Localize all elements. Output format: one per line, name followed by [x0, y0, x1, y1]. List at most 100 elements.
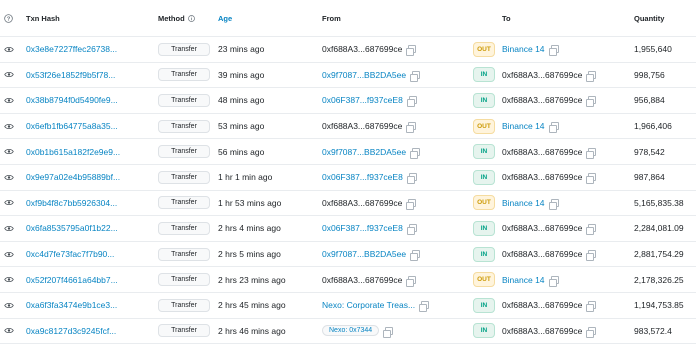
to-cell: 0xf688A3...687699ce	[502, 216, 627, 241]
eye-icon[interactable]	[4, 37, 18, 62]
from-cell: 0xf688A3...687699ce	[322, 114, 467, 139]
copy-icon[interactable]	[410, 70, 421, 82]
txn-hash-link[interactable]: 0xa9c8127d3c9245fcf...	[26, 319, 154, 344]
copy-icon[interactable]	[586, 301, 597, 313]
txn-hash-text[interactable]: 0x53f26e1852f9b5f78...	[26, 70, 115, 80]
method-badge: Transfer	[158, 68, 210, 82]
from-address[interactable]: 0x06F387...f937ceE8	[322, 223, 403, 233]
txn-hash-link[interactable]: 0x38b8794f0d5490fe9...	[26, 88, 154, 113]
copy-icon[interactable]	[586, 147, 597, 159]
txn-hash-link[interactable]: 0xc4d7fe73fac7f7b90...	[26, 242, 154, 267]
txn-hash-text[interactable]: 0x52f207f4661a64bb7...	[26, 275, 118, 285]
from-address[interactable]: 0x9f7087...BB2DA5ee	[322, 249, 406, 259]
txn-hash-link[interactable]: 0x6fa8535795a0f1b22...	[26, 216, 154, 241]
from-address[interactable]: 0x06F387...f937ceE8	[322, 95, 403, 105]
txn-hash-text[interactable]: 0x9e97a02e4b95889bf...	[26, 172, 120, 182]
copy-icon[interactable]	[586, 70, 597, 82]
copy-icon[interactable]	[548, 275, 559, 287]
copy-icon[interactable]	[406, 45, 417, 57]
from-address[interactable]: 0x9f7087...BB2DA5ee	[322, 70, 406, 80]
txn-hash-text[interactable]: 0x38b8794f0d5490fe9...	[26, 95, 118, 105]
to-cell: 0xf688A3...687699ce	[502, 165, 627, 190]
header-quantity: Quantity	[634, 13, 665, 23]
eye-icon[interactable]	[4, 139, 18, 164]
eye-icon[interactable]	[4, 267, 18, 292]
from-address: 0xf688A3...687699ce	[322, 121, 403, 132]
txn-hash-text[interactable]: 0xa9c8127d3c9245fcf...	[26, 326, 116, 336]
eye-icon[interactable]	[4, 293, 18, 318]
copy-icon[interactable]	[406, 224, 417, 236]
info-icon[interactable]	[187, 14, 195, 22]
copy-icon[interactable]	[406, 198, 417, 210]
copy-icon[interactable]	[586, 96, 597, 108]
eye-icon[interactable]	[4, 216, 18, 241]
direction-badge: OUT	[473, 195, 495, 211]
eye-icon[interactable]	[4, 114, 18, 139]
from-address: 0xf688A3...687699ce	[322, 274, 403, 285]
from-cell: 0x06F387...f937ceE8	[322, 88, 467, 113]
copy-icon[interactable]	[548, 122, 559, 134]
direction-badge: IN	[473, 220, 495, 236]
age-cell: 23 mins ago	[218, 44, 265, 55]
copy-icon[interactable]	[586, 224, 597, 236]
copy-icon[interactable]	[586, 173, 597, 185]
method-badge: Transfer	[158, 170, 210, 184]
txn-hash-text[interactable]: 0xf9b4f8c7bb5926304...	[26, 198, 117, 208]
txn-hash-link[interactable]: 0x3e8e7227ffec26738...	[26, 37, 154, 62]
method-cell: Transfer	[158, 216, 213, 241]
from-address[interactable]: 0x9f7087...BB2DA5ee	[322, 147, 406, 157]
txn-hash-text[interactable]: 0xa6f3fa3474e9b1ce3...	[26, 300, 117, 310]
from-address[interactable]: Nexo: 0x7344	[322, 325, 380, 337]
from-address[interactable]: 0x06F387...f937ceE8	[322, 172, 403, 182]
to-address[interactable]: Binance 14	[502, 44, 545, 54]
txn-hash-text[interactable]: 0x6fa8535795a0f1b22...	[26, 223, 118, 233]
from-cell: 0xf688A3...687699ce	[322, 191, 467, 216]
table-row: 0x52f207f4661a64bb7... Transfer 2 hrs 23 m…	[0, 267, 696, 293]
txn-hash-text[interactable]: 0xc4d7fe73fac7f7b90...	[26, 249, 114, 259]
txn-hash-link[interactable]: 0x53f26e1852f9b5f78...	[26, 63, 154, 88]
txn-hash-link[interactable]: 0xa6f3fa3474e9b1ce3...	[26, 293, 154, 318]
eye-icon[interactable]	[4, 191, 18, 216]
direction-badge: IN	[473, 169, 495, 185]
copy-icon[interactable]	[586, 326, 597, 338]
copy-icon[interactable]	[419, 301, 430, 313]
copy-icon[interactable]	[406, 122, 417, 134]
copy-icon[interactable]	[406, 96, 417, 108]
method-badge: Transfer	[158, 298, 210, 312]
copy-icon[interactable]	[548, 45, 559, 57]
table-row: 0x38b8794f0d5490fe9... Transfer 48 mins ag…	[0, 88, 696, 114]
age-cell: 56 mins ago	[218, 146, 265, 157]
txn-hash-link[interactable]: 0x9e97a02e4b95889bf...	[26, 165, 154, 190]
to-address[interactable]: Binance 14	[502, 121, 545, 131]
txn-hash-text[interactable]: 0x0b1b615a182f2e9e9...	[26, 147, 120, 157]
eye-icon[interactable]	[4, 88, 18, 113]
copy-icon[interactable]	[406, 173, 417, 185]
header-method-label: Method	[158, 13, 185, 23]
to-cell: Binance 14	[502, 37, 627, 62]
to-address[interactable]: Binance 14	[502, 275, 545, 285]
age-cell: 39 mins ago	[218, 69, 265, 80]
quantity-cell: 2,284,081.09	[634, 223, 684, 234]
copy-icon[interactable]	[406, 275, 417, 287]
txn-hash-link[interactable]: 0x52f207f4661a64bb7...	[26, 267, 154, 292]
eye-icon[interactable]	[4, 319, 18, 344]
txn-hash-text[interactable]: 0x3e8e7227ffec26738...	[26, 44, 117, 54]
copy-icon[interactable]	[410, 250, 421, 262]
header-age[interactable]: Age	[218, 0, 318, 36]
from-address[interactable]: Nexo: Corporate Treas...	[322, 300, 415, 310]
copy-icon[interactable]	[548, 198, 559, 210]
to-address[interactable]: Binance 14	[502, 198, 545, 208]
eye-icon[interactable]	[4, 165, 18, 190]
copy-icon[interactable]	[383, 326, 394, 338]
eye-icon[interactable]	[4, 63, 18, 88]
txn-hash-text[interactable]: 0x6efb1fb64775a8a35...	[26, 121, 118, 131]
copy-icon[interactable]	[586, 250, 597, 262]
copy-icon[interactable]	[410, 147, 421, 159]
eye-icon[interactable]	[4, 242, 18, 267]
txn-hash-link[interactable]: 0x6efb1fb64775a8a35...	[26, 114, 154, 139]
txn-hash-link[interactable]: 0x0b1b615a182f2e9e9...	[26, 139, 154, 164]
method-cell: Transfer	[158, 139, 213, 164]
help-icon[interactable]: ?	[4, 0, 18, 36]
txn-hash-link[interactable]: 0xf9b4f8c7bb5926304...	[26, 191, 154, 216]
direction-badge: IN	[473, 144, 495, 160]
